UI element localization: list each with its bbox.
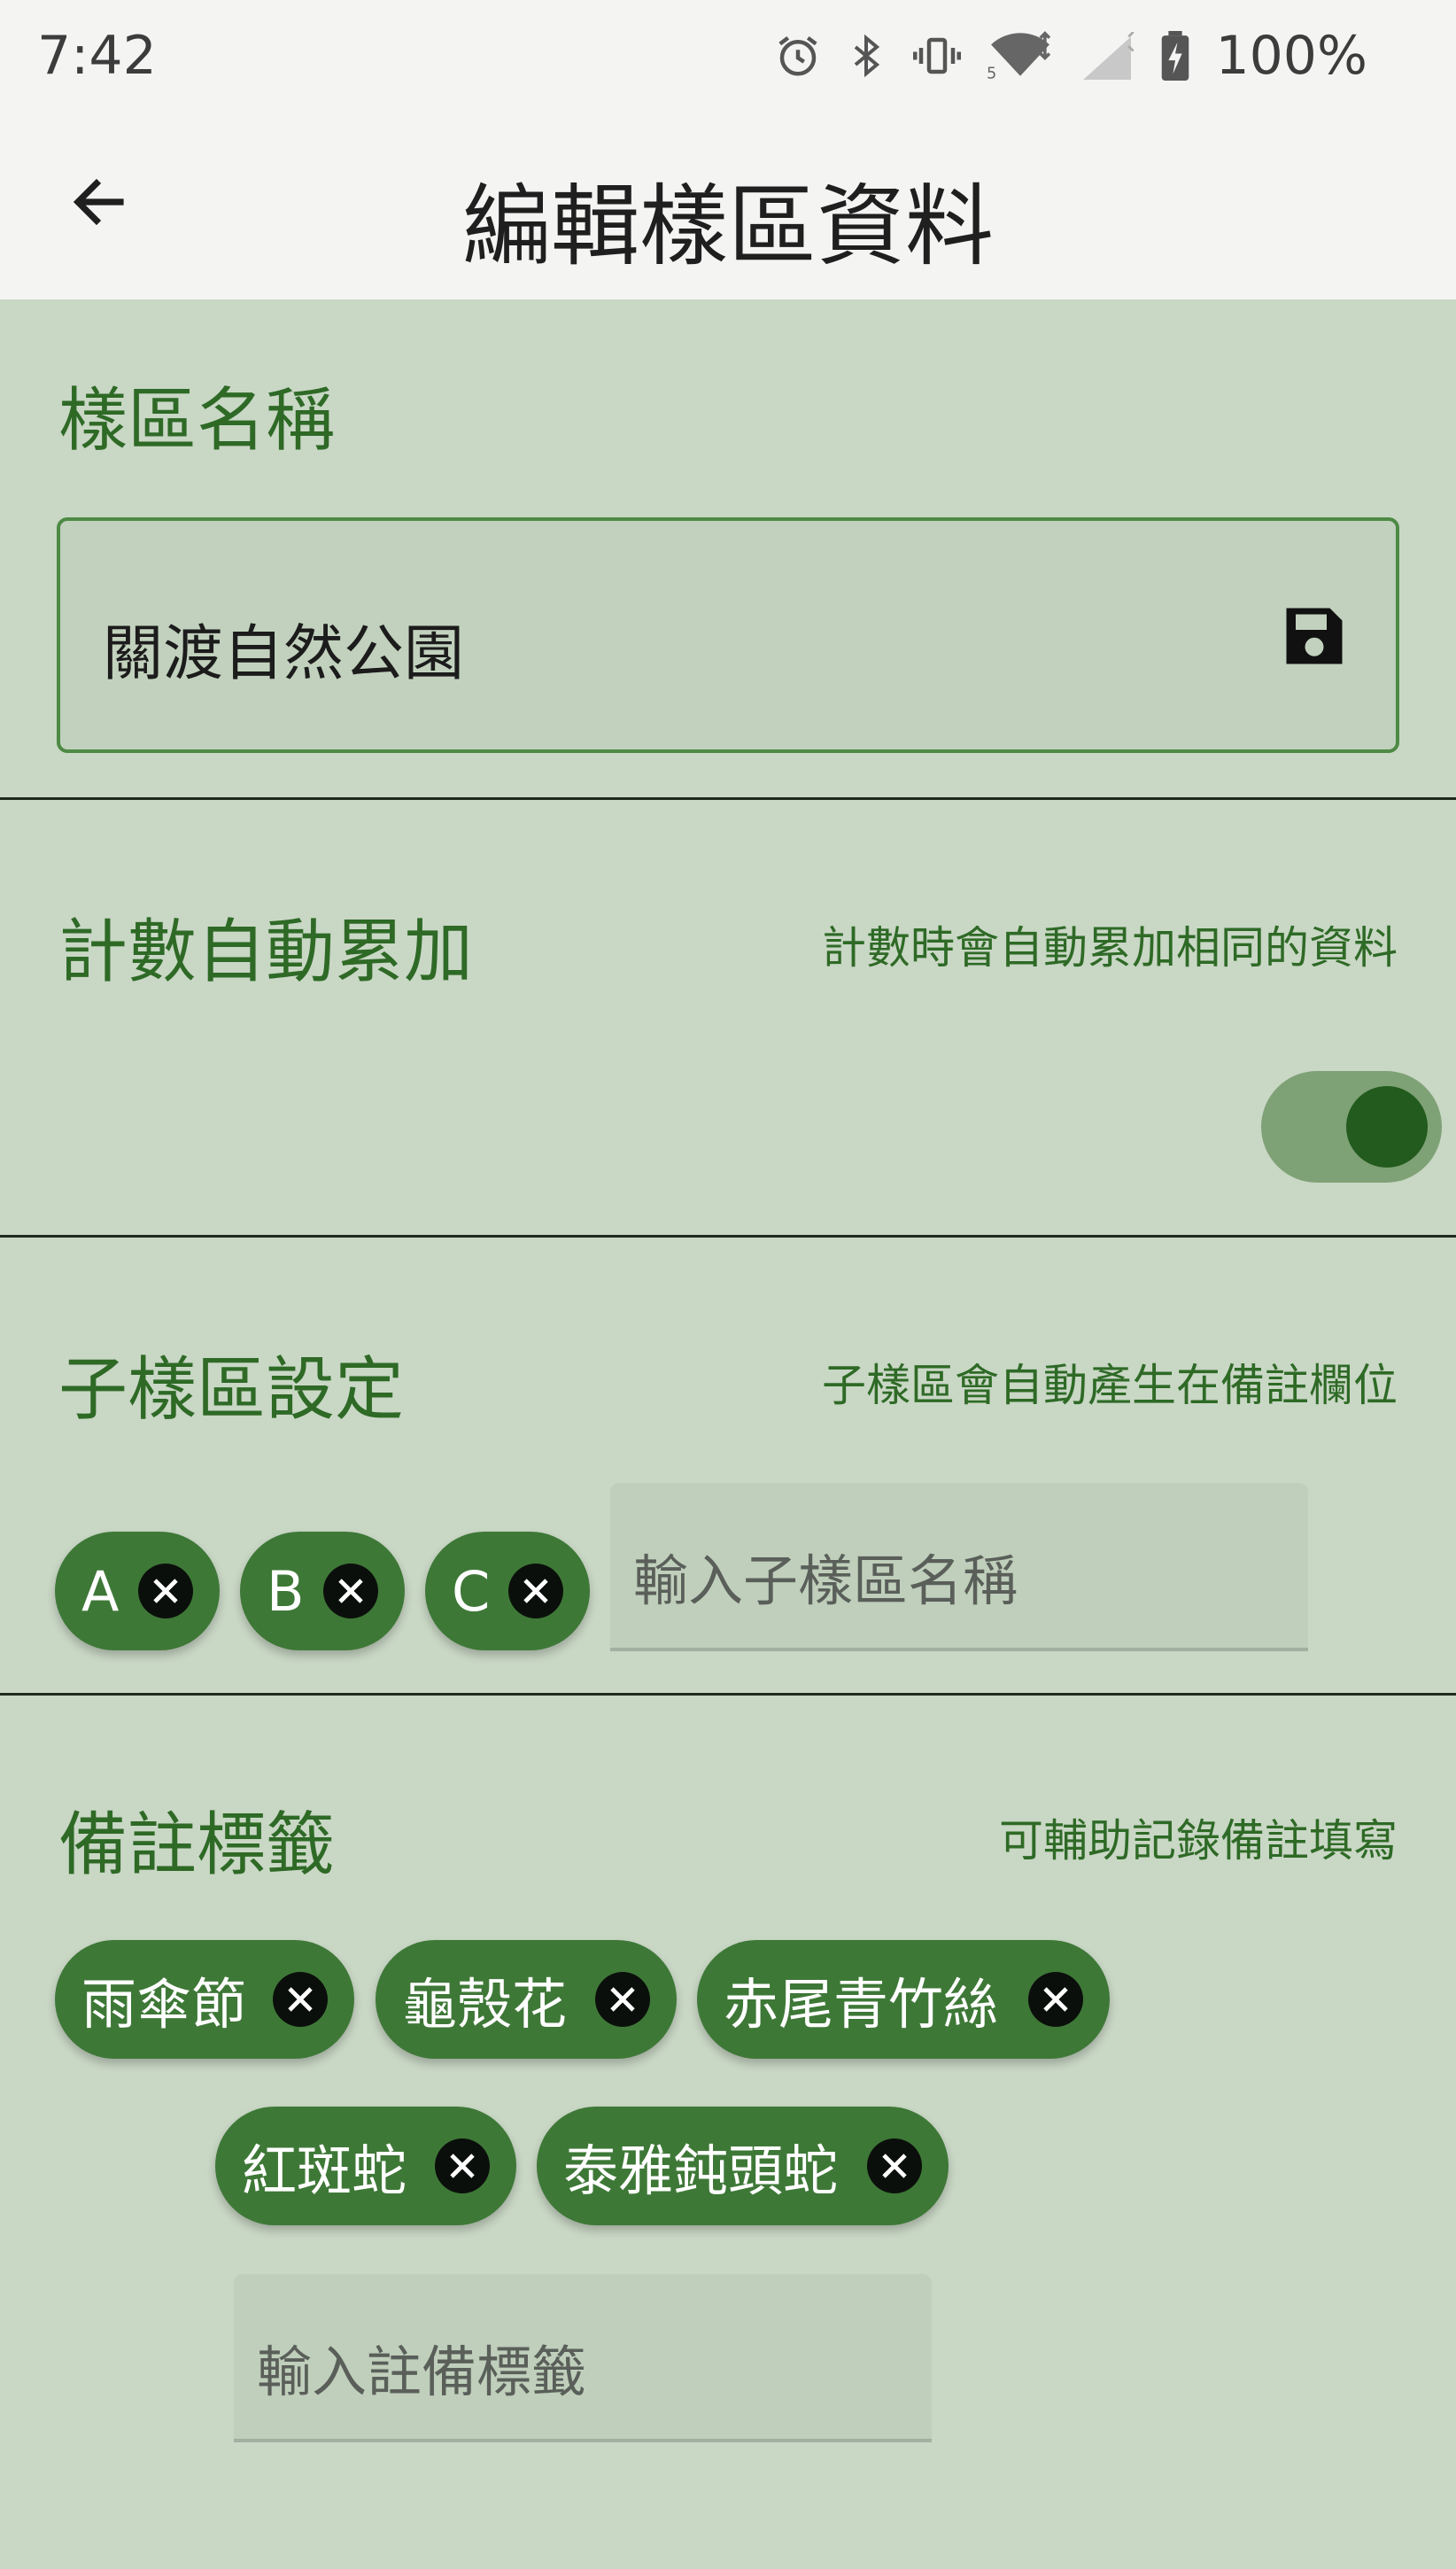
chip-label: C: [452, 1558, 491, 1624]
chip-label: 赤尾青竹絲: [724, 1972, 999, 2037]
close-icon: [882, 2154, 907, 2178]
close-icon: [153, 1579, 178, 1603]
sub-plot-title: 子樣區設定: [58, 1350, 405, 1430]
chip-label: 泰雅鈍頭蛇: [563, 2138, 839, 2203]
section-divider: [0, 1235, 1456, 1238]
chip-remove-button[interactable]: [273, 1972, 328, 2027]
auto-accumulate-hint: 計數時會自動累加相同的資料: [822, 922, 1398, 974]
close-icon: [610, 1987, 635, 2012]
sub-plot-chip[interactable]: A: [55, 1532, 220, 1650]
svg-text:5: 5: [987, 65, 996, 81]
auto-accumulate-title: 計數自動累加: [58, 912, 474, 992]
chip-label: 紅斑蛇: [242, 2138, 407, 2203]
note-tag-chip[interactable]: 泰雅鈍頭蛇: [537, 2107, 949, 2225]
battery-charging-icon: [1160, 31, 1190, 81]
toggle-thumb: [1346, 1086, 1428, 1168]
plot-name-title: 樣區名稱: [58, 381, 336, 461]
chip-remove-button[interactable]: [508, 1564, 563, 1618]
battery-percentage: 100%: [1215, 25, 1367, 87]
status-time: 7:42: [37, 25, 157, 87]
sub-plot-chip[interactable]: B: [240, 1532, 405, 1650]
status-icons: 5 100%: [774, 25, 1367, 87]
chip-remove-button[interactable]: [323, 1564, 378, 1618]
sub-plot-hint: 子樣區會自動產生在備註欄位: [822, 1360, 1398, 1411]
close-icon: [1043, 1987, 1068, 2012]
close-icon: [338, 1579, 363, 1603]
status-bar: 7:42 5 100%: [0, 0, 1456, 115]
signal-icon: [1077, 32, 1137, 80]
close-icon: [523, 1579, 548, 1603]
sub-plot-input[interactable]: 輸入子樣區名稱: [610, 1483, 1308, 1651]
chip-label: 雨傘節: [81, 1972, 247, 2037]
close-icon: [450, 2154, 475, 2178]
section-divider: [0, 1693, 1456, 1696]
app-bar: 編輯樣區資料: [0, 115, 1456, 299]
note-tag-chip[interactable]: 紅斑蛇: [215, 2107, 516, 2225]
sub-plot-input-placeholder: 輸入子樣區名稱: [633, 1548, 1018, 1613]
save-icon: [1277, 608, 1351, 677]
close-icon: [288, 1987, 313, 2012]
note-tags-title: 備註標籤: [58, 1805, 336, 1885]
wifi-icon: 5: [987, 31, 1054, 81]
alarm-icon: [774, 32, 822, 80]
bluetooth-icon: [845, 32, 887, 80]
chip-remove-button[interactable]: [867, 2138, 922, 2193]
chip-remove-button[interactable]: [138, 1564, 193, 1618]
section-divider: [0, 797, 1456, 800]
note-tag-input[interactable]: 輸入註備標籤: [234, 2274, 932, 2442]
auto-accumulate-toggle[interactable]: [1261, 1071, 1442, 1183]
plot-name-field[interactable]: 關渡自然公園: [57, 517, 1399, 753]
vibrate-icon: [910, 32, 964, 80]
note-tag-chip[interactable]: 雨傘節: [55, 1940, 354, 2059]
chip-remove-button[interactable]: [435, 2138, 490, 2193]
chip-label: B: [267, 1558, 305, 1624]
chip-remove-button[interactable]: [1028, 1972, 1083, 2027]
note-tags-hint: 可輔助記錄備註填寫: [999, 1815, 1398, 1867]
note-tag-input-placeholder: 輸入註備標籤: [257, 2340, 587, 2404]
chip-remove-button[interactable]: [595, 1972, 650, 2027]
page-title: 編輯樣區資料: [462, 175, 994, 278]
save-button[interactable]: [1277, 599, 1351, 673]
note-tag-chip[interactable]: 龜殼花: [376, 1940, 677, 2059]
chip-label: 龜殼花: [402, 1972, 568, 2037]
note-tag-chip[interactable]: 赤尾青竹絲: [697, 1940, 1110, 2059]
plot-name-value[interactable]: 關渡自然公園: [103, 604, 464, 692]
chip-label: A: [81, 1558, 120, 1624]
sub-plot-chip[interactable]: C: [425, 1532, 590, 1650]
